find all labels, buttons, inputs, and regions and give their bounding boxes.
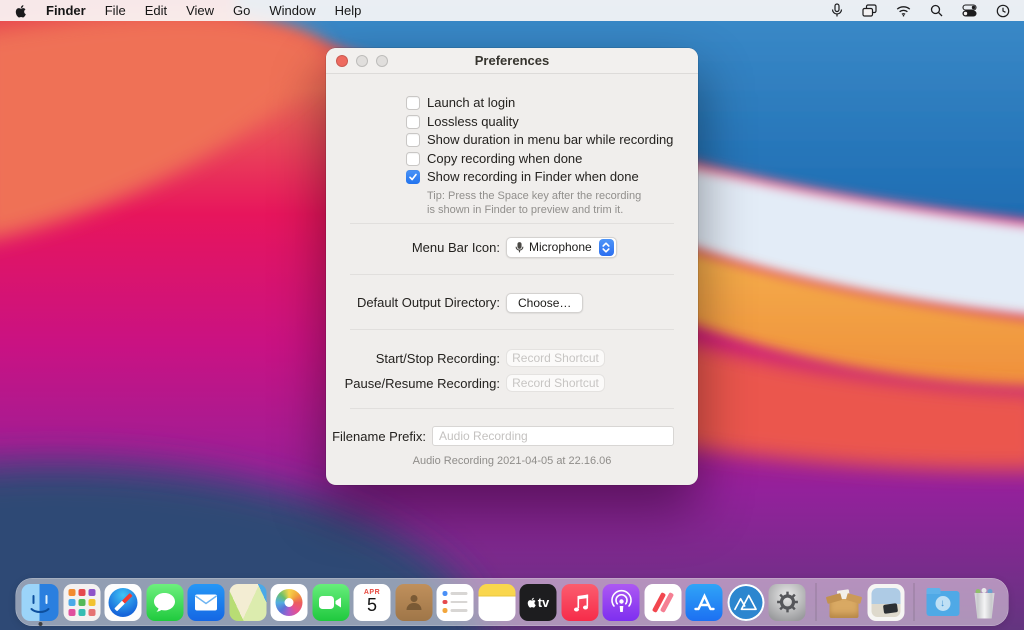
dock-icon-maps[interactable] <box>229 583 266 621</box>
dock-icon-mail[interactable] <box>187 583 225 621</box>
menu-edit[interactable]: Edit <box>145 3 167 18</box>
checkbox-label: Launch at login <box>427 95 516 110</box>
filename-prefix-input[interactable] <box>432 426 674 446</box>
menu-bar-icon-label: Menu Bar Icon: <box>411 239 500 255</box>
start-stop-label: Start/Stop Recording: <box>375 350 500 366</box>
start-stop-shortcut-field[interactable]: Record Shortcut <box>506 349 605 367</box>
checkbox-row-show-in-finder[interactable]: Show recording in Finder when done <box>406 170 674 184</box>
checkmark-icon <box>409 173 417 181</box>
download-arrow-icon: ↓ <box>935 595 950 611</box>
choose-directory-button[interactable]: Choose… <box>506 292 584 313</box>
menu-window[interactable]: Window <box>269 3 315 18</box>
dock-icon-calendar[interactable]: APR 5 <box>353 583 391 621</box>
tv-label: tv <box>537 594 550 610</box>
filename-prefix-label: Filename Prefix: <box>332 428 426 444</box>
dock-separator <box>815 583 816 621</box>
divider <box>350 273 674 275</box>
checkbox-label: Show recording in Finder when done <box>427 169 639 184</box>
checkbox-row-lossless-quality[interactable]: Lossless quality <box>406 113 674 129</box>
preferences-window: Preferences Launch at login Lossless qua… <box>326 48 698 485</box>
dock-icon-apple-tv[interactable]: tv <box>519 583 557 621</box>
window-titlebar[interactable]: Preferences <box>326 48 698 74</box>
checkbox-checked[interactable] <box>406 170 420 184</box>
wifi-icon[interactable] <box>896 5 911 17</box>
dock-icon-archive-utility[interactable] <box>825 584 863 621</box>
dock-icon-messages[interactable] <box>146 583 183 621</box>
tip-line-2: is shown in Finder to preview and trim i… <box>427 203 624 216</box>
dock: APR 5 tv ↓ <box>15 578 1009 626</box>
checkbox-row-copy-recording[interactable]: Copy recording when done <box>406 150 674 166</box>
dock-icon-contacts[interactable] <box>395 583 432 621</box>
dock-icon-music[interactable] <box>561 583 598 621</box>
output-directory-label: Default Output Directory: <box>356 295 500 310</box>
divider <box>350 222 674 224</box>
menu-help[interactable]: Help <box>335 3 362 18</box>
menu-bar-icon-row: Menu Bar Icon: Microphone <box>326 236 674 258</box>
divider <box>350 407 674 409</box>
checkbox-label: Lossless quality <box>427 113 519 129</box>
control-center-icon[interactable] <box>962 4 977 17</box>
checkbox-label: Show duration in menu bar while recordin… <box>427 132 674 147</box>
dock-icon-trash[interactable] <box>966 584 1003 621</box>
dock-icon-news[interactable] <box>644 583 681 621</box>
tip-line-1: Tip: Press the Space key after the recor… <box>427 189 642 202</box>
pause-resume-shortcut-row: Pause/Resume Recording: Record Shortcut <box>326 374 674 393</box>
apple-logo-icon <box>527 597 536 608</box>
traffic-lights <box>336 55 388 67</box>
filename-example-text: Audio Recording 2021-04-05 at 22.16.06 <box>412 454 612 467</box>
dock-icon-finder[interactable] <box>21 583 59 626</box>
popup-selected-value: Microphone <box>529 240 592 254</box>
dock-icon-app-store[interactable] <box>685 583 723 621</box>
apple-menu-icon[interactable] <box>14 3 27 18</box>
output-directory-row: Default Output Directory: Choose… <box>326 292 674 313</box>
checkbox-unchecked[interactable] <box>406 96 420 110</box>
dock-icon-launchpad[interactable] <box>63 583 100 621</box>
dock-icon-media-viewer[interactable] <box>867 583 904 621</box>
menu-view[interactable]: View <box>186 3 214 18</box>
close-button[interactable] <box>336 55 348 67</box>
dock-icon-facetime[interactable] <box>312 583 349 621</box>
tip-text: Tip: Press the Space key after the recor… <box>427 189 674 217</box>
dock-icon-downloads-folder[interactable]: ↓ <box>924 584 961 621</box>
microphone-icon <box>515 241 524 252</box>
screen-mirroring-icon[interactable] <box>862 4 877 17</box>
preferences-content: Launch at login Lossless quality Show du… <box>326 74 698 467</box>
pause-resume-label: Pause/Resume Recording: <box>344 375 500 391</box>
chevron-up-down-icon <box>598 238 614 256</box>
minimize-button[interactable] <box>356 55 368 67</box>
menu-file[interactable]: File <box>105 3 126 18</box>
divider <box>350 328 674 330</box>
desktop: Finder File Edit View Go Window Help Pre… <box>0 0 1024 630</box>
dock-icon-mountain-app[interactable] <box>727 583 764 621</box>
menubar-app-name[interactable]: Finder <box>46 3 86 18</box>
dock-icon-system-preferences[interactable] <box>768 583 806 621</box>
dock-icon-reminders[interactable] <box>436 583 474 621</box>
dock-separator <box>913 583 915 621</box>
dock-icon-podcasts[interactable] <box>602 583 640 621</box>
search-icon[interactable] <box>930 4 943 17</box>
menu-bar: Finder File Edit View Go Window Help <box>0 0 1024 21</box>
checkbox-unchecked[interactable] <box>406 151 420 166</box>
microphone-icon[interactable] <box>831 3 843 18</box>
checkbox-unchecked[interactable] <box>406 114 420 129</box>
dock-icon-notes[interactable] <box>478 583 515 621</box>
calendar-day-label: 5 <box>366 594 377 615</box>
dock-icon-photos[interactable] <box>270 583 308 621</box>
checkbox-unchecked[interactable] <box>406 133 420 147</box>
checkbox-row-show-duration[interactable]: Show duration in menu bar while recordin… <box>406 133 674 147</box>
checkbox-label: Copy recording when done <box>427 150 583 166</box>
checkbox-row-launch-at-login[interactable]: Launch at login <box>406 96 674 110</box>
dock-icon-safari[interactable] <box>104 583 142 621</box>
zoom-button[interactable] <box>376 55 388 67</box>
clock-icon[interactable] <box>996 4 1010 18</box>
menu-go[interactable]: Go <box>233 3 250 18</box>
start-stop-shortcut-row: Start/Stop Recording: Record Shortcut <box>326 349 674 368</box>
filename-prefix-row: Filename Prefix: <box>326 426 674 447</box>
menu-bar-icon-popup[interactable]: Microphone <box>506 236 617 258</box>
pause-resume-shortcut-field[interactable]: Record Shortcut <box>506 374 605 392</box>
